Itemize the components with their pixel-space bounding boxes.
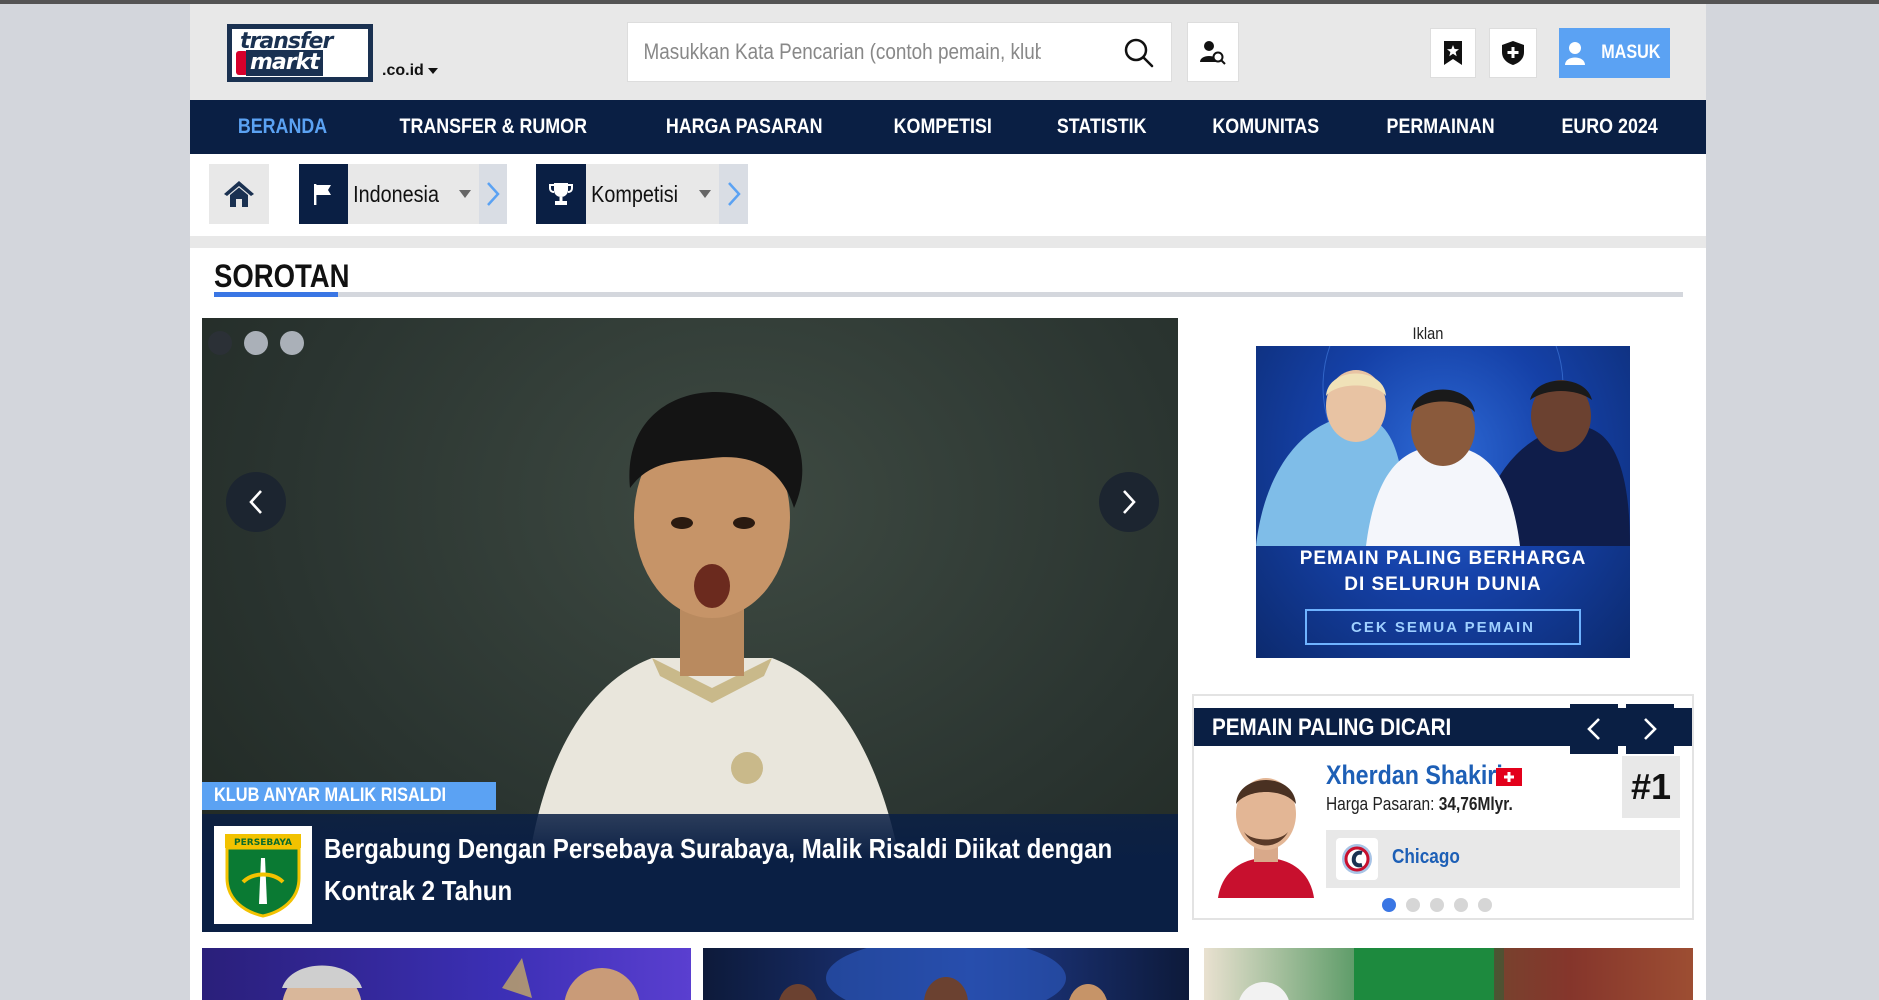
home-icon xyxy=(224,181,254,207)
news-thumbnail-image xyxy=(779,948,1107,1000)
chicago-fire-logo xyxy=(1336,838,1378,880)
breadcrumb: Indonesia Kompetisi xyxy=(190,154,1706,236)
login-button[interactable]: MASUK xyxy=(1559,28,1670,78)
ad-players-image xyxy=(1256,346,1630,546)
bookmark-star-icon xyxy=(1444,41,1462,65)
section-divider xyxy=(214,292,1683,297)
market-value-amount: 34,76Mlyr. xyxy=(1438,794,1513,814)
news-thumbnail-image xyxy=(1239,948,1693,1000)
breadcrumb-country-label: Indonesia xyxy=(352,180,439,207)
most-searched-next-button[interactable] xyxy=(1626,704,1674,754)
persebaya-crest-icon: PERSEBAYA xyxy=(225,834,301,918)
nav-item-harga-pasaran[interactable]: HARGA PASARAN xyxy=(666,115,823,139)
player-portrait[interactable] xyxy=(1214,758,1318,898)
pagination-dot[interactable] xyxy=(1406,898,1420,912)
site-header: transfer markt .co.id Masukkan Kata Penc… xyxy=(190,4,1706,100)
domain-label: .co.id xyxy=(382,62,424,79)
slider-dot[interactable] xyxy=(244,331,268,355)
breadcrumb-competition[interactable]: Kompetisi xyxy=(536,164,748,224)
slider-dot[interactable] xyxy=(280,331,304,355)
domain-selector[interactable]: .co.id xyxy=(382,62,438,80)
breadcrumb-competition-label: Kompetisi xyxy=(591,180,679,207)
news-thumbnail[interactable] xyxy=(703,948,1189,1000)
login-label: MASUK xyxy=(1600,42,1661,63)
nav-item-kompetisi[interactable]: KOMPETISI xyxy=(894,115,992,139)
search-input[interactable] xyxy=(628,23,1041,81)
nav-item-euro-2024[interactable]: EURO 2024 xyxy=(1561,115,1657,139)
news-thumbnail[interactable] xyxy=(1204,948,1693,1000)
user-icon xyxy=(1564,42,1585,65)
chevron-left-icon xyxy=(1587,718,1600,740)
player-name-link[interactable]: Xherdan Shakiri xyxy=(1326,760,1503,791)
flag-icon xyxy=(314,184,332,205)
club-shield-button[interactable] xyxy=(1489,28,1537,78)
most-searched-widget: PEMAIN PALING DICARI Xherdan Shakiri Har… xyxy=(1192,694,1694,920)
nav-item-transfer-rumor[interactable]: TRANSFER & RUMOR xyxy=(400,115,587,139)
club-logo: PERSEBAYA xyxy=(214,826,312,924)
chevron-right-icon[interactable] xyxy=(719,164,748,224)
nav-item-permainan[interactable]: PERMAINAN xyxy=(1387,115,1495,139)
chevron-right-icon xyxy=(1123,490,1136,514)
ad-label: Iklan xyxy=(1412,324,1444,343)
player-rank-badge: #1 xyxy=(1622,756,1680,818)
site-logo[interactable]: transfer markt xyxy=(227,24,373,82)
home-button[interactable] xyxy=(209,164,269,224)
player-club-row[interactable]: Chicago xyxy=(1326,830,1680,888)
most-searched-pagination xyxy=(1382,898,1492,912)
dropdown-caret-icon xyxy=(459,190,472,198)
ad-cta-button[interactable]: CEK SEMUA PEMAIN xyxy=(1305,609,1581,645)
logo-text-bottom: markt xyxy=(246,50,323,76)
player-search-icon xyxy=(1200,41,1226,65)
highlight-caption[interactable]: PERSEBAYA Bergabung Dengan Persebaya Sur… xyxy=(202,814,1178,932)
slider-next-button[interactable] xyxy=(1099,472,1159,532)
highlight-tag-label: KLUB ANYAR MALIK RISALDI xyxy=(214,785,447,806)
pagination-dot[interactable] xyxy=(1430,898,1444,912)
highlight-slider[interactable]: KLUB ANYAR MALIK RISALDI PERSEBAYA Berga… xyxy=(202,318,1178,932)
nav-item-statistik[interactable]: STATISTIK xyxy=(1057,115,1147,139)
chevron-left-icon xyxy=(249,490,262,514)
watchlist-button[interactable] xyxy=(1430,28,1476,78)
most-searched-title: PEMAIN PALING DICARI xyxy=(1212,714,1452,741)
highlight-headline[interactable]: Bergabung Dengan Persebaya Surabaya, Mal… xyxy=(324,828,1150,912)
ad-banner[interactable]: PEMAIN PALING BERHARGA DI SELURUH DUNIA … xyxy=(1256,346,1630,658)
shield-plus-icon xyxy=(1502,41,1524,65)
slider-prev-button[interactable] xyxy=(226,472,286,532)
most-searched-prev-button[interactable] xyxy=(1570,704,1618,754)
logo-inner: transfer markt xyxy=(232,29,368,77)
flag-icon-box xyxy=(299,164,348,224)
pagination-dot[interactable] xyxy=(1454,898,1468,912)
ad-headline-1: PEMAIN PALING BERHARGA xyxy=(1299,548,1587,569)
chevron-right-icon xyxy=(1644,718,1657,740)
news-thumbnail[interactable] xyxy=(202,948,691,1000)
section-divider-accent xyxy=(214,292,338,297)
player-search-button[interactable] xyxy=(1187,22,1239,82)
nav-item-beranda[interactable]: BERANDA xyxy=(238,115,327,139)
search-icon[interactable] xyxy=(1123,37,1155,69)
pagination-dot[interactable] xyxy=(1478,898,1492,912)
main-content: SOROTAN KLUB ANYAR MALIK RISALDI PERSEBA… xyxy=(190,248,1706,1000)
chevron-right-icon[interactable] xyxy=(479,164,507,224)
caret-down-icon xyxy=(427,67,438,74)
nav-item-komunitas[interactable]: KOMUNITAS xyxy=(1212,115,1319,139)
dropdown-caret-icon xyxy=(699,190,712,198)
switzerland-flag-icon xyxy=(1496,768,1522,786)
trophy-icon xyxy=(549,183,574,205)
highlight-tag[interactable]: KLUB ANYAR MALIK RISALDI xyxy=(202,782,496,810)
market-value-label: Harga Pasaran: xyxy=(1326,794,1435,814)
slider-pagination xyxy=(208,331,304,355)
ad-headline-2: DI SELURUH DUNIA xyxy=(1344,574,1542,595)
page-container: transfer markt .co.id Masukkan Kata Penc… xyxy=(190,4,1706,1000)
search-box xyxy=(627,22,1172,82)
trophy-icon-box xyxy=(536,164,587,224)
main-nav: BERANDA TRANSFER & RUMOR HARGA PASARAN K… xyxy=(190,100,1706,154)
player-market-value: Harga Pasaran: 34,76Mlyr. xyxy=(1326,794,1513,815)
slider-dot[interactable] xyxy=(208,331,232,355)
breadcrumb-country[interactable]: Indonesia xyxy=(299,164,507,224)
club-name-link[interactable]: Chicago xyxy=(1392,846,1460,869)
section-title: SOROTAN xyxy=(214,258,350,294)
pagination-dot[interactable] xyxy=(1382,898,1396,912)
news-thumbnail-image xyxy=(282,958,640,1000)
